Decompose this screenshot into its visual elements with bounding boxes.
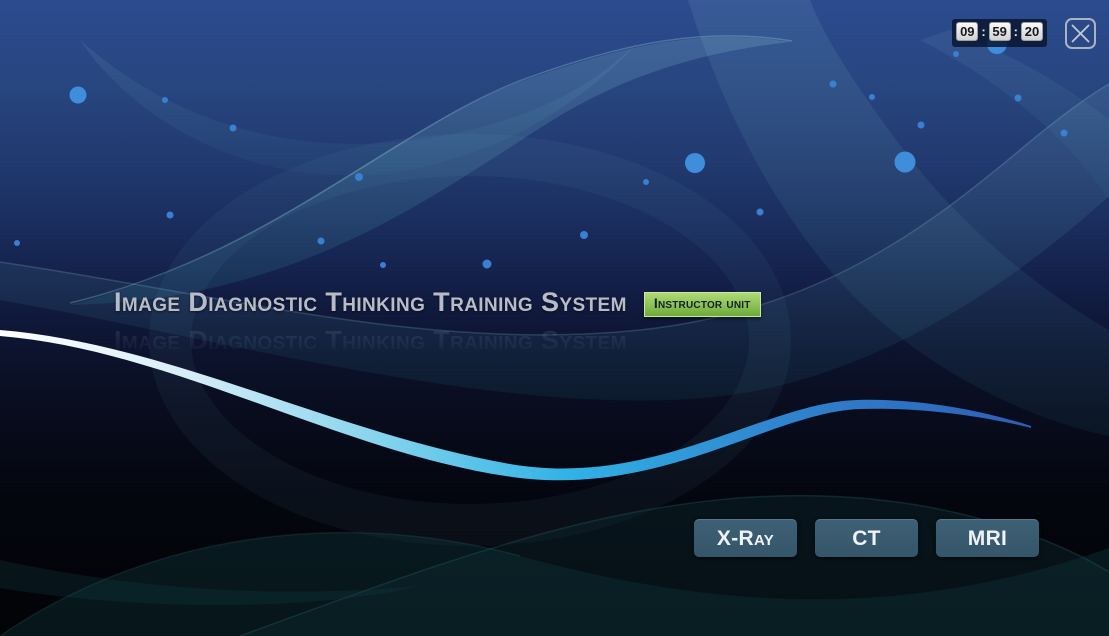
page-title: Image Diagnostic Thinking Training Syste… [114, 288, 627, 318]
main-screen: 09 : 59 : 20 Image Diagnostic Thinking T… [0, 0, 1109, 636]
clock-separator: : [1013, 25, 1019, 38]
title-row: Image Diagnostic Thinking Training Syste… [114, 288, 761, 318]
clock-minutes-field[interactable]: 59 [989, 22, 1011, 41]
teal-swirls [0, 0, 1109, 525]
clock-widget: 09 : 59 : 20 [952, 19, 1047, 47]
close-icon [1071, 24, 1090, 43]
mri-button[interactable]: MRI [936, 519, 1039, 557]
clock-seconds-field[interactable]: 20 [1021, 22, 1043, 41]
xray-button[interactable]: X-Ray [694, 519, 797, 557]
modality-buttons: X-Ray CT MRI [694, 519, 1039, 557]
title-reflection: Image Diagnostic Thinking Training Syste… [114, 326, 627, 355]
close-button[interactable] [1065, 18, 1096, 49]
clock-hours-field[interactable]: 09 [956, 22, 978, 41]
instructor-unit-badge: Instructor unit [644, 292, 761, 317]
ct-button[interactable]: CT [815, 519, 918, 557]
clock-separator: : [980, 25, 986, 38]
